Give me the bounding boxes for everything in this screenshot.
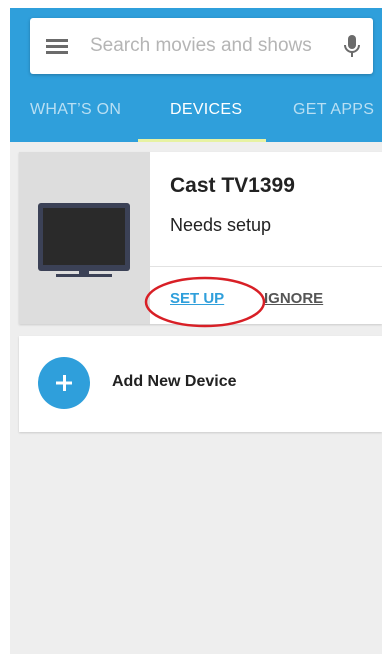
device-card: Cast TV1399 Needs setup SET UP IGNORE [19, 152, 382, 328]
tab-get-apps[interactable]: GET APPS [293, 92, 374, 142]
tab-bar: WHAT’S ON DEVICES GET APPS [10, 92, 382, 142]
ignore-button[interactable]: IGNORE [264, 290, 323, 307]
plus-icon [56, 375, 72, 391]
tab-whats-on[interactable]: WHAT’S ON [30, 92, 121, 142]
card-divider [150, 266, 382, 267]
device-thumbnail [19, 152, 150, 324]
app-bar: WHAT’S ON DEVICES GET APPS [10, 8, 382, 142]
search-bar[interactable] [30, 18, 373, 74]
microphone-icon[interactable] [337, 31, 367, 61]
set-up-button[interactable]: SET UP [170, 290, 224, 307]
tv-icon [38, 203, 130, 277]
add-device-card[interactable]: Add New Device [19, 336, 382, 432]
active-tab-indicator [138, 139, 266, 142]
tab-devices[interactable]: DEVICES [170, 92, 242, 142]
search-input[interactable] [90, 32, 330, 60]
add-device-label: Add New Device [112, 373, 237, 390]
menu-icon[interactable] [43, 35, 71, 57]
app-screen: WHAT’S ON DEVICES GET APPS Cast TV1399 N… [10, 8, 382, 654]
device-name: Cast TV1399 [170, 174, 295, 197]
device-status: Needs setup [170, 215, 272, 235]
add-button[interactable] [38, 357, 90, 409]
